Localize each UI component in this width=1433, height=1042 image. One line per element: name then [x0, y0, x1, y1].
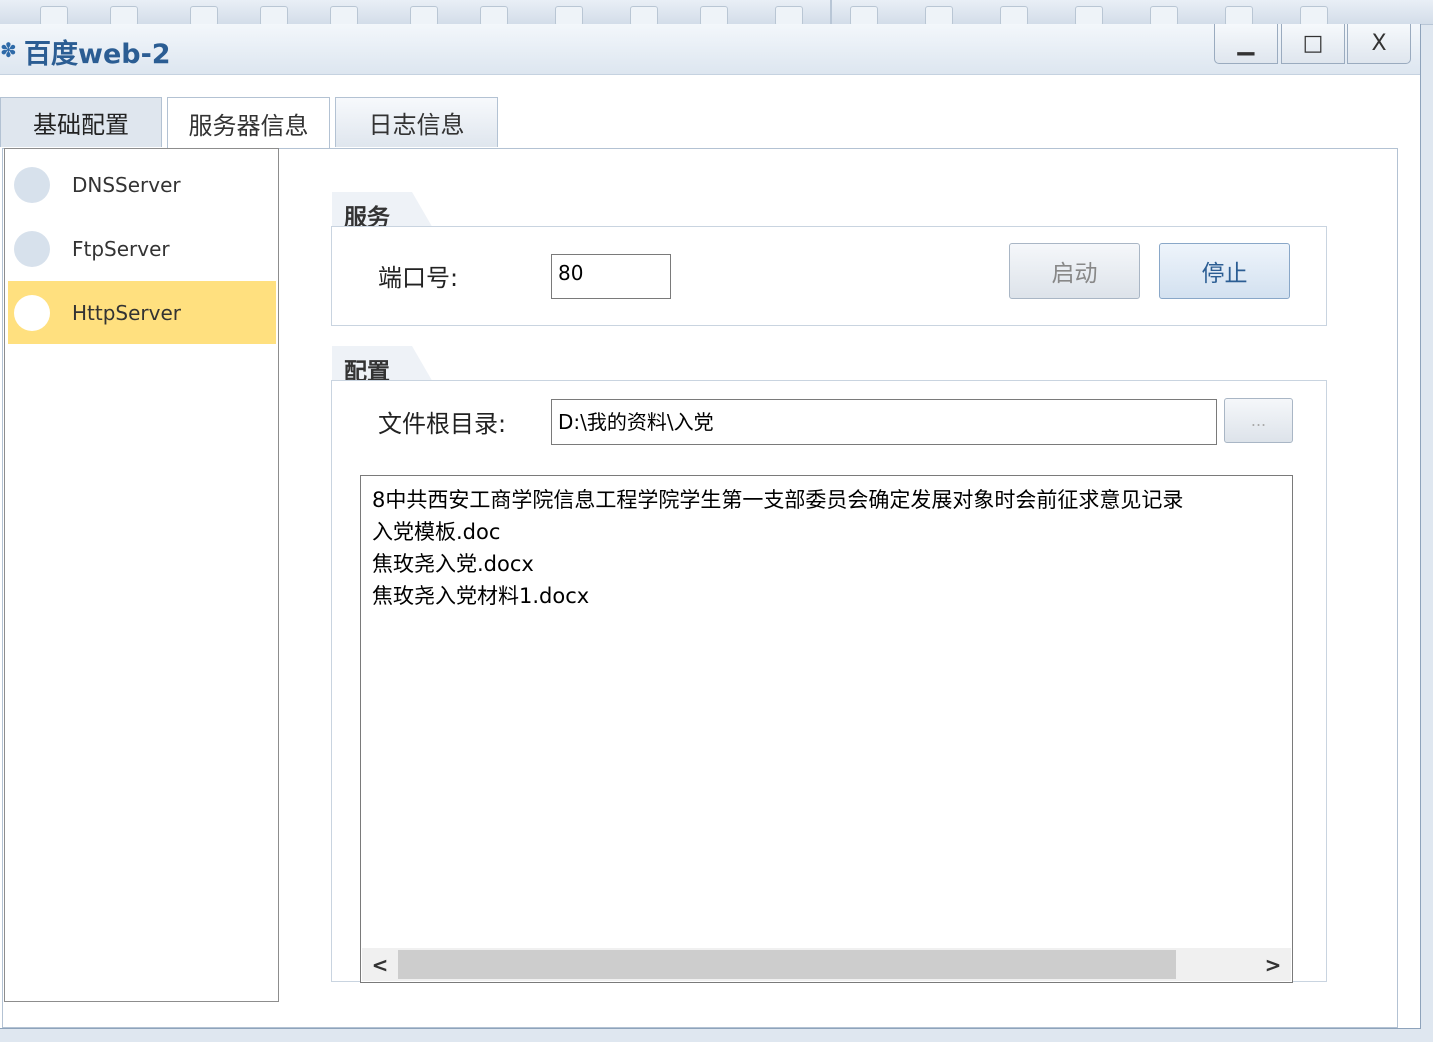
- tab-label: 服务器信息: [188, 111, 309, 140]
- desktop-icon: [630, 6, 658, 24]
- desktop-icon: [410, 6, 438, 24]
- list-item[interactable]: 焦玫尧入党材料1.docx: [372, 580, 589, 610]
- tab-label: 基础配置: [33, 111, 129, 139]
- desktop-icon: [850, 6, 878, 24]
- stop-button-label: 停止: [1201, 261, 1248, 287]
- status-dot-icon: [14, 294, 50, 331]
- stop-button[interactable]: 停止: [1159, 243, 1290, 299]
- tab-basic-config[interactable]: 基础配置: [0, 97, 162, 147]
- tab-label: 日志信息: [368, 111, 465, 139]
- list-item[interactable]: 焦玫尧入党.docx: [372, 548, 534, 578]
- app-icon: ✽: [0, 38, 17, 62]
- file-list[interactable]: 8中共西安工商学院信息工程学院学生第一支部委员会确定发展对象时会前征求意见记录 …: [360, 475, 1293, 983]
- title-bar[interactable]: ✽ 百度web-2 ▁ □ X: [0, 24, 1420, 75]
- scroll-right-icon[interactable]: >: [1257, 948, 1289, 981]
- server-item-label: DNSServer: [72, 172, 181, 197]
- window-title: 百度web-2: [24, 39, 171, 70]
- server-item-label: FtpServer: [72, 236, 170, 261]
- desktop-icon: [260, 6, 288, 24]
- desktop-icon: [775, 6, 803, 24]
- list-item[interactable]: 8中共西安工商学院信息工程学院学生第一支部委员会确定发展对象时会前征求意见记录: [372, 484, 1183, 514]
- desktop-icon: [330, 6, 358, 24]
- desktop-icon: [555, 6, 583, 24]
- maximize-button[interactable]: □: [1281, 24, 1345, 64]
- list-item[interactable]: 入党模板.doc: [372, 516, 500, 546]
- status-dot-icon: [14, 166, 50, 203]
- close-icon: X: [1371, 31, 1387, 56]
- desktop-icon: [1075, 6, 1103, 24]
- config-group-title: 配置: [332, 346, 434, 385]
- desktop-divider: [830, 0, 832, 24]
- desktop-icon: [190, 6, 218, 24]
- desktop-icon: [700, 6, 728, 24]
- minimize-icon: ▁: [1237, 31, 1255, 56]
- start-button[interactable]: 启动: [1009, 243, 1140, 299]
- desktop-icon: [1150, 6, 1178, 24]
- root-dir-input[interactable]: D:\我的资料\入党: [551, 399, 1217, 445]
- desktop-background-strip: [0, 0, 1433, 25]
- start-button-label: 启动: [1051, 261, 1098, 287]
- server-item-http[interactable]: HttpServer: [8, 281, 276, 344]
- status-dot-icon: [14, 230, 50, 267]
- close-button[interactable]: X: [1347, 24, 1411, 64]
- server-list: DNSServer FtpServer HttpServer: [4, 148, 279, 1002]
- port-input[interactable]: 80: [551, 254, 671, 299]
- maximize-icon: □: [1302, 31, 1324, 56]
- app-window: ✽ 百度web-2 ▁ □ X 基础配置 服务器信息 日志信息 DNSServe…: [0, 24, 1421, 1029]
- desktop-icon: [480, 6, 508, 24]
- scroll-left-icon[interactable]: <: [364, 948, 396, 981]
- service-group-title: 服务: [332, 192, 434, 231]
- horizontal-scrollbar[interactable]: < >: [362, 948, 1291, 981]
- server-item-label: HttpServer: [72, 300, 182, 325]
- tab-log-info[interactable]: 日志信息: [335, 97, 498, 147]
- desktop-icon: [1300, 6, 1328, 24]
- minimize-button[interactable]: ▁: [1214, 24, 1278, 64]
- desktop-icon: [110, 6, 138, 24]
- desktop-icon: [925, 6, 953, 24]
- desktop-icon: [1000, 6, 1028, 24]
- server-item-ftp[interactable]: FtpServer: [8, 217, 276, 280]
- desktop-icon: [1225, 6, 1253, 24]
- port-label: 端口号:: [378, 264, 459, 292]
- scrollbar-thumb[interactable]: [398, 950, 1176, 979]
- root-dir-label: 文件根目录:: [378, 410, 507, 438]
- browse-button[interactable]: ...: [1224, 398, 1293, 443]
- server-item-dns[interactable]: DNSServer: [8, 153, 276, 216]
- desktop-icon: [40, 6, 68, 24]
- tab-server-info[interactable]: 服务器信息: [167, 97, 330, 148]
- browse-button-label: ...: [1250, 411, 1267, 430]
